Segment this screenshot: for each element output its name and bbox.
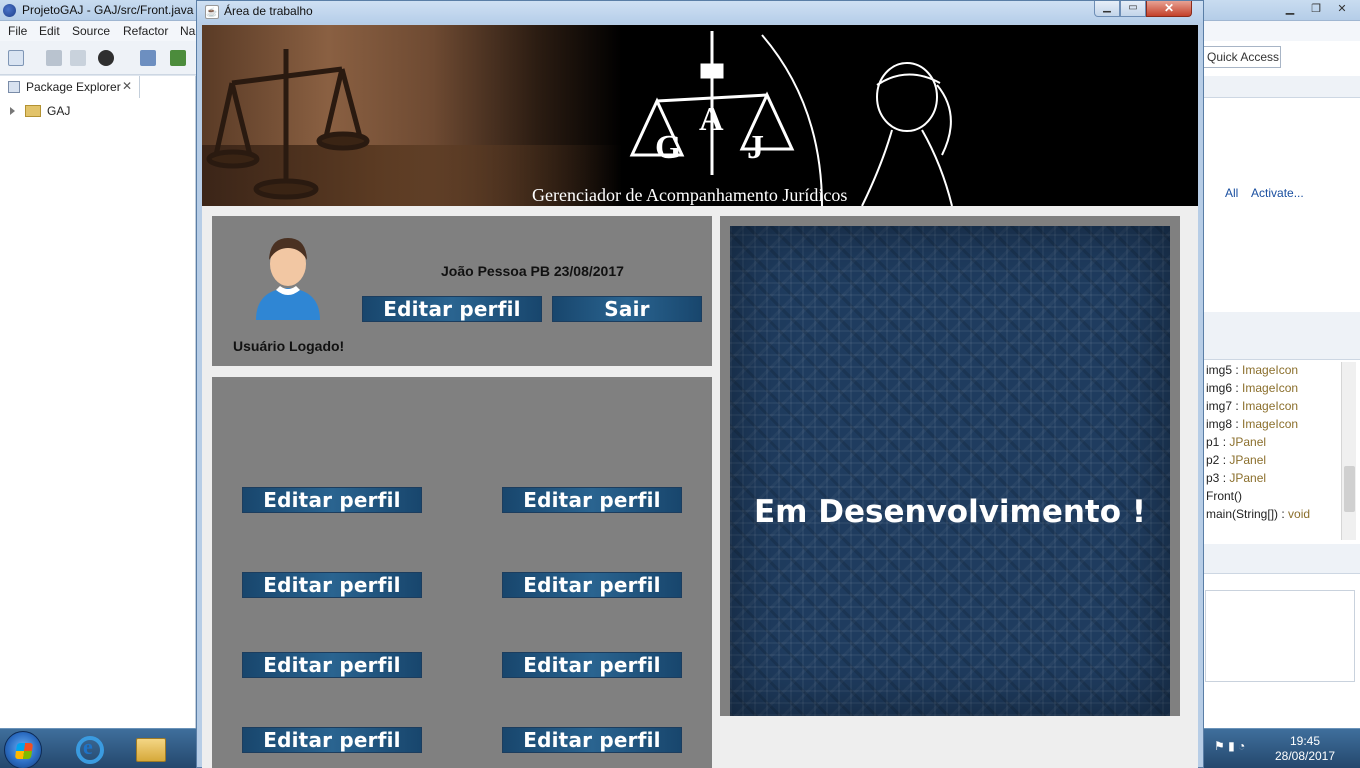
action-buttons-panel: Editar perfil Editar perfil Editar perfi… xyxy=(212,377,712,768)
java-icon: ☕ xyxy=(205,5,219,19)
outline-item[interactable]: img6 : ImageIcon xyxy=(1206,380,1342,398)
project-folder-icon xyxy=(25,105,41,117)
outline-item[interactable]: p2 : JPanel xyxy=(1206,452,1342,470)
eclipse-close-button[interactable]: ✕ xyxy=(1330,1,1354,18)
menu-source[interactable]: Source xyxy=(72,24,110,38)
outline-item[interactable]: main(String[]) : void xyxy=(1206,506,1342,524)
save-all-icon[interactable] xyxy=(70,50,86,66)
menu-file[interactable]: File xyxy=(8,24,27,38)
package-explorer-icon xyxy=(8,81,20,93)
system-tray[interactable]: ⚑ ▮ ◔ xyxy=(1214,739,1245,753)
grid-button[interactable]: Editar perfil xyxy=(502,487,682,513)
grid-button[interactable]: Editar perfil xyxy=(242,652,422,678)
lady-justice-icon xyxy=(761,34,953,206)
app-minimize-button[interactable]: ▁ xyxy=(1094,1,1120,17)
new-icon[interactable] xyxy=(8,50,24,66)
menu-navigate[interactable]: Na xyxy=(180,24,195,38)
eclipse-icon xyxy=(3,4,16,17)
outline-item[interactable]: p3 : JPanel xyxy=(1206,470,1342,488)
windows-logo-icon xyxy=(14,743,34,759)
development-placeholder: Em Desenvolvimento ! xyxy=(730,226,1170,716)
taskbar-internet-explorer[interactable] xyxy=(62,732,114,768)
app-window: ☕ Área de trabalho ▁ ▭ ✕ G A J Gerenciad… xyxy=(196,0,1204,768)
folder-icon xyxy=(136,738,166,762)
quick-access-input[interactable]: Quick Access xyxy=(1203,46,1281,68)
task-link-all[interactable]: All xyxy=(1225,186,1238,200)
edit-profile-button[interactable]: Editar perfil xyxy=(362,296,542,322)
package-explorer-panel: Package Explorer ✕ GAJ xyxy=(0,76,196,728)
outline-item[interactable]: p1 : JPanel xyxy=(1206,434,1342,452)
debug-icon[interactable] xyxy=(170,50,186,66)
outline-list: img5 : ImageIcon img6 : ImageIcon img7 :… xyxy=(1206,362,1342,524)
console-toolbar xyxy=(1203,544,1360,574)
tab-package-explorer[interactable]: Package Explorer ✕ xyxy=(0,76,140,98)
outline-item[interactable]: img8 : ImageIcon xyxy=(1206,416,1342,434)
app-window-controls: ▁ ▭ ✕ xyxy=(1094,1,1192,17)
profile-icon[interactable] xyxy=(98,50,114,66)
banner-tagline: Gerenciador de Acompanhamento Jurídicos xyxy=(532,185,848,205)
gaj-banner: G A J Gerenciador de Acompanhamento Jurí… xyxy=(202,25,1198,206)
content-panel: Em Desenvolvimento ! xyxy=(720,216,1180,716)
grid-button[interactable]: Editar perfil xyxy=(502,727,682,753)
outline-item[interactable]: img5 : ImageIcon xyxy=(1206,362,1342,380)
logout-button[interactable]: Sair xyxy=(552,296,702,322)
outline-scrollbar[interactable] xyxy=(1341,362,1356,540)
banner-letter-j: J xyxy=(747,129,764,166)
menu-refactor[interactable]: Refactor xyxy=(123,24,168,38)
grid-button[interactable]: Editar perfil xyxy=(242,572,422,598)
grid-button[interactable]: Editar perfil xyxy=(502,572,682,598)
grid-button[interactable]: Editar perfil xyxy=(242,487,422,513)
banner-letter-a: A xyxy=(699,101,724,138)
outline-toolbar xyxy=(1203,312,1360,360)
grid-button[interactable]: Editar perfil xyxy=(502,652,682,678)
start-button[interactable] xyxy=(4,731,42,768)
banner-letter-g: G xyxy=(655,129,682,166)
taskbar-file-explorer[interactable] xyxy=(124,732,176,768)
task-link-activate[interactable]: Activate... xyxy=(1251,186,1304,200)
outline-item[interactable]: img7 : ImageIcon xyxy=(1206,398,1342,416)
eclipse-maximize-button[interactable]: ❐ xyxy=(1304,1,1328,18)
scroll-thumb[interactable] xyxy=(1344,466,1355,512)
app-window-title: Área de trabalho xyxy=(224,4,313,18)
clock-date: 28/08/2017 xyxy=(1274,749,1336,763)
location-date-label: João Pessoa PB 23/08/2017 xyxy=(441,263,624,279)
eclipse-minimize-button[interactable]: ▁ xyxy=(1278,1,1302,18)
eclipse-window-controls: ▁ ❐ ✕ xyxy=(1278,1,1354,18)
app-titlebar: ☕ Área de trabalho ▁ ▭ ✕ xyxy=(197,1,1203,23)
eclipse-window-title: ProjetoGAJ - GAJ/src/Front.java xyxy=(22,3,194,17)
skip-breakpoints-icon[interactable] xyxy=(140,50,156,66)
clock-time: 19:45 xyxy=(1289,734,1321,748)
close-icon[interactable]: ✕ xyxy=(122,79,132,93)
app-maximize-button[interactable]: ▭ xyxy=(1120,1,1146,17)
task-links: All Activate... xyxy=(1225,186,1314,200)
user-avatar-icon xyxy=(256,238,320,320)
task-list-toolbar xyxy=(1203,76,1360,98)
internet-explorer-icon xyxy=(76,734,104,764)
user-panel: João Pessoa PB 23/08/2017 Editar perfil … xyxy=(212,216,712,366)
save-icon[interactable] xyxy=(46,50,62,66)
menu-edit[interactable]: Edit xyxy=(39,24,60,38)
app-close-button[interactable]: ✕ xyxy=(1146,1,1192,17)
app-content: G A J Gerenciador de Acompanhamento Jurí… xyxy=(202,25,1198,768)
expand-arrow-icon[interactable] xyxy=(10,107,15,115)
taskbar-clock[interactable]: 19:45 28/08/2017 xyxy=(1262,734,1348,764)
console-area xyxy=(1205,590,1355,682)
outline-item[interactable]: Front() xyxy=(1206,488,1342,506)
logged-user-label: Usuário Logado! xyxy=(233,338,345,354)
bronze-scale-icon xyxy=(206,49,370,200)
development-message: Em Desenvolvimento ! xyxy=(754,494,1146,530)
package-explorer-label: Package Explorer xyxy=(26,80,121,94)
grid-button[interactable]: Editar perfil xyxy=(242,727,422,753)
project-name: GAJ xyxy=(47,104,71,118)
